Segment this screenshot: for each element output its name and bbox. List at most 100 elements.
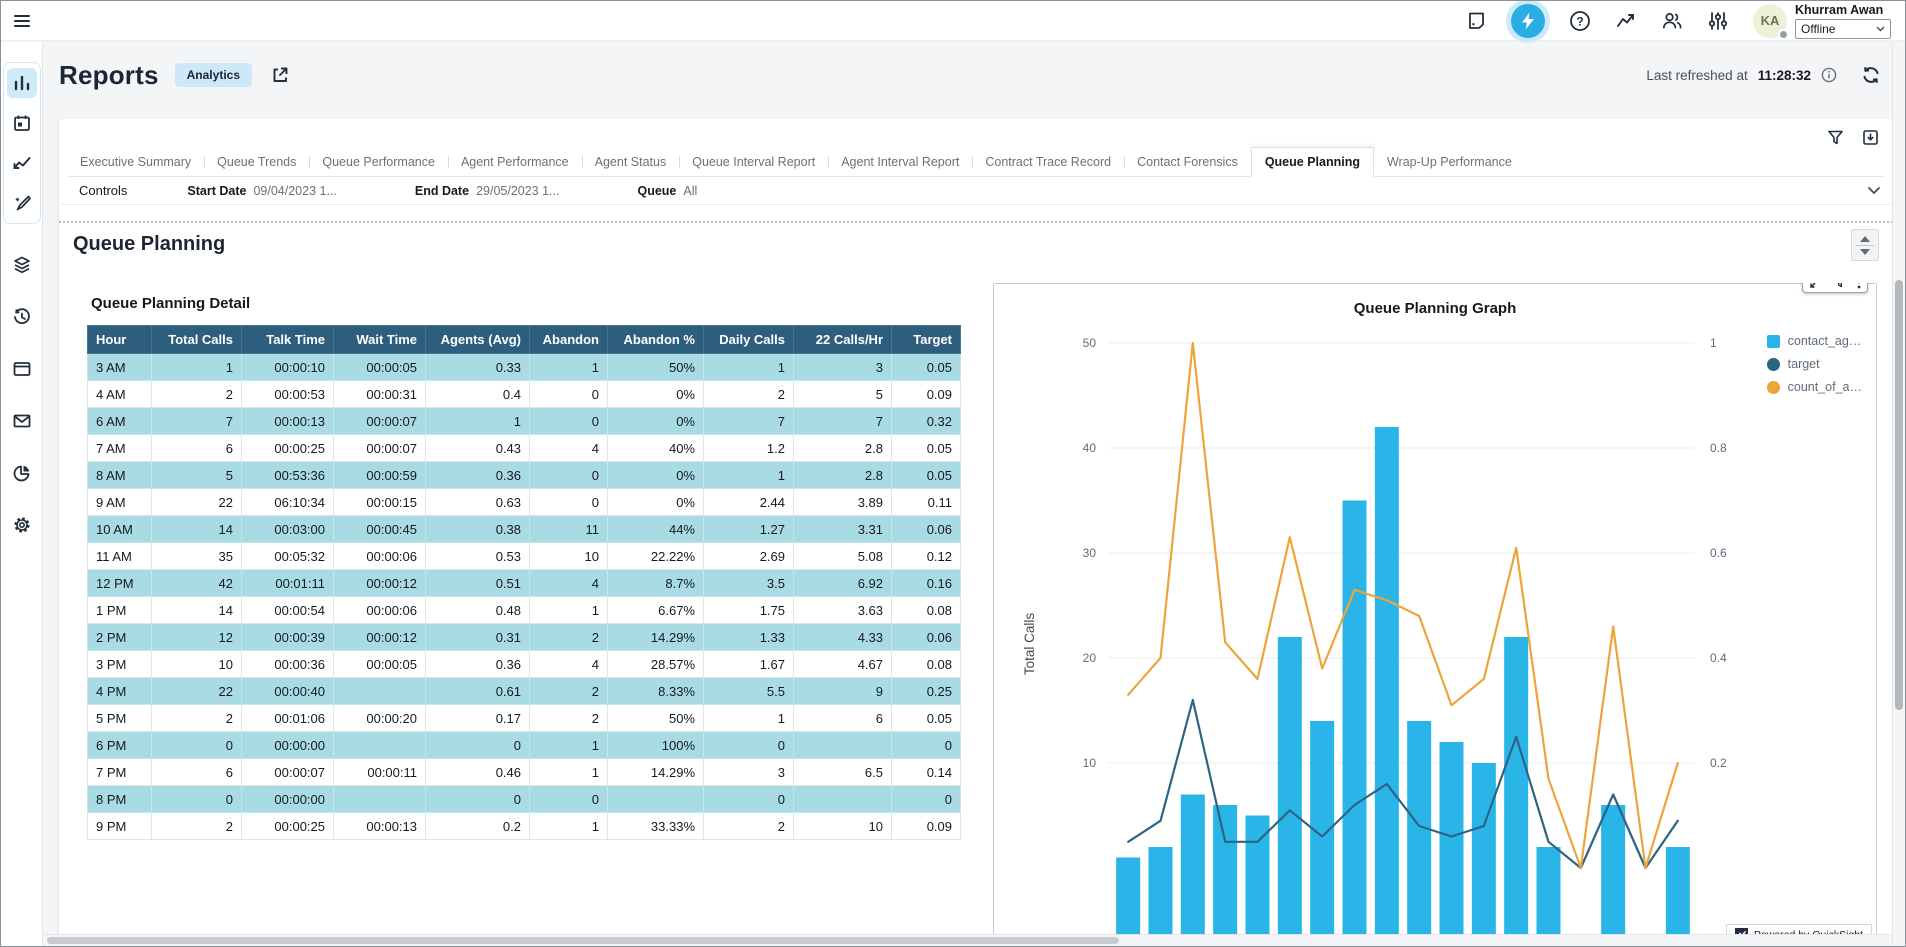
- table-cell[interactable]: 00:00:31: [334, 381, 426, 408]
- sheet-stepper[interactable]: [1851, 229, 1879, 261]
- sidebar-item-layers[interactable]: [7, 250, 37, 280]
- table-cell[interactable]: 6.5: [794, 759, 892, 786]
- sidebar-item-reports[interactable]: [7, 68, 37, 98]
- table-cell[interactable]: 0.2: [426, 813, 530, 840]
- bar-7-am[interactable]: [1213, 805, 1237, 947]
- table-cell[interactable]: 0: [152, 786, 242, 813]
- table-cell[interactable]: 1: [704, 705, 794, 732]
- table-cell[interactable]: 6 PM: [88, 732, 152, 759]
- table-cell[interactable]: 0.09: [892, 813, 961, 840]
- control-start-date[interactable]: Start Date09/04/2023 1...: [187, 184, 336, 198]
- sidebar-item-mail[interactable]: [7, 406, 37, 436]
- table-cell[interactable]: 14.29%: [608, 624, 704, 651]
- info-icon[interactable]: [1821, 67, 1837, 83]
- table-cell[interactable]: 0.63: [426, 489, 530, 516]
- sidebar-item-window[interactable]: [7, 354, 37, 384]
- table-cell[interactable]: 00:00:15: [334, 489, 426, 516]
- table-cell[interactable]: 00:00:07: [242, 759, 334, 786]
- table-cell[interactable]: 00:00:06: [334, 543, 426, 570]
- table-cell[interactable]: 7: [152, 408, 242, 435]
- bar-9-pm[interactable]: [1666, 847, 1690, 947]
- table-cell[interactable]: 8 AM: [88, 462, 152, 489]
- tab-queue-interval-report[interactable]: Queue Interval Report: [679, 148, 828, 176]
- table-cell[interactable]: 8.33%: [608, 678, 704, 705]
- table-cell[interactable]: 0.51: [426, 570, 530, 597]
- table-cell[interactable]: 1.2: [704, 435, 794, 462]
- table-cell[interactable]: 10: [530, 543, 608, 570]
- table-cell[interactable]: 3: [794, 354, 892, 381]
- table-cell[interactable]: 0.08: [892, 651, 961, 678]
- table-cell[interactable]: 0.05: [892, 462, 961, 489]
- help-icon[interactable]: ?: [1569, 10, 1591, 32]
- table-cell[interactable]: 00:00:54: [242, 597, 334, 624]
- table-cell[interactable]: 9 PM: [88, 813, 152, 840]
- table-cell[interactable]: 0: [530, 462, 608, 489]
- bar-6-am[interactable]: [1181, 795, 1205, 947]
- bar-12-pm[interactable]: [1375, 427, 1399, 947]
- table-cell[interactable]: 1: [704, 462, 794, 489]
- table-cell[interactable]: 2 PM: [88, 624, 152, 651]
- table-cell[interactable]: 0.06: [892, 516, 961, 543]
- table-cell[interactable]: 100%: [608, 732, 704, 759]
- table-cell[interactable]: 2: [152, 381, 242, 408]
- table-cell[interactable]: 00:00:13: [242, 408, 334, 435]
- table-cell[interactable]: 00:00:00: [242, 732, 334, 759]
- presence-select[interactable]: Offline: [1795, 19, 1891, 39]
- column-header[interactable]: Target: [892, 326, 961, 354]
- table-cell[interactable]: 3.63: [794, 597, 892, 624]
- table-cell[interactable]: 6: [794, 705, 892, 732]
- table-cell[interactable]: 0: [426, 732, 530, 759]
- column-header[interactable]: Abandon: [530, 326, 608, 354]
- table-cell[interactable]: 00:00:07: [334, 435, 426, 462]
- table-cell[interactable]: 1.27: [704, 516, 794, 543]
- table-cell[interactable]: [794, 786, 892, 813]
- table-cell[interactable]: 7 PM: [88, 759, 152, 786]
- bar-11-am[interactable]: [1343, 501, 1367, 947]
- table-cell[interactable]: 2.8: [794, 435, 892, 462]
- table-cell[interactable]: 0.38: [426, 516, 530, 543]
- table-cell[interactable]: 9 AM: [88, 489, 152, 516]
- table-cell[interactable]: 0: [530, 786, 608, 813]
- table-cell[interactable]: 1: [530, 597, 608, 624]
- column-header[interactable]: Talk Time: [242, 326, 334, 354]
- table-cell[interactable]: 2: [530, 624, 608, 651]
- table-cell[interactable]: 8.7%: [608, 570, 704, 597]
- table-cell[interactable]: 5.5: [704, 678, 794, 705]
- table-cell[interactable]: 00:00:11: [334, 759, 426, 786]
- table-cell[interactable]: 33.33%: [608, 813, 704, 840]
- table-cell[interactable]: 0: [426, 786, 530, 813]
- table-cell[interactable]: 00:03:00: [242, 516, 334, 543]
- realtime-metrics-icon[interactable]: [1511, 4, 1545, 38]
- bar-7-pm[interactable]: [1601, 805, 1625, 947]
- table-cell[interactable]: 4: [530, 570, 608, 597]
- maximize-icon[interactable]: [1809, 283, 1823, 289]
- table-cell[interactable]: 22: [152, 489, 242, 516]
- metrics-trend-icon[interactable]: [1615, 10, 1637, 32]
- table-cell[interactable]: 0%: [608, 462, 704, 489]
- table-cell[interactable]: 1: [530, 813, 608, 840]
- table-cell[interactable]: 3.5: [704, 570, 794, 597]
- table-cell[interactable]: 00:00:20: [334, 705, 426, 732]
- table-cell[interactable]: 00:00:25: [242, 435, 334, 462]
- bar-2-pm[interactable]: [1440, 742, 1464, 947]
- table-cell[interactable]: 3.31: [794, 516, 892, 543]
- table-cell[interactable]: 1: [152, 354, 242, 381]
- table-cell[interactable]: 00:00:07: [334, 408, 426, 435]
- tab-queue-trends[interactable]: Queue Trends: [204, 148, 309, 176]
- queue-planning-graph-visual[interactable]: Queue Planning Graph contact_ag…targetco…: [993, 283, 1877, 947]
- table-cell[interactable]: 12 PM: [88, 570, 152, 597]
- kebab-menu-icon[interactable]: [1857, 283, 1861, 289]
- bar-9-am[interactable]: [1278, 637, 1302, 947]
- horizontal-scrollbar-thumb[interactable]: [47, 937, 1119, 944]
- table-cell[interactable]: 5: [152, 462, 242, 489]
- table-cell[interactable]: 1: [426, 408, 530, 435]
- legend-item-contact-agent[interactable]: contact_ag…: [1767, 334, 1862, 348]
- notes-icon[interactable]: [1465, 10, 1487, 32]
- control-end-date[interactable]: End Date29/05/2023 1...: [415, 184, 560, 198]
- table-cell[interactable]: 00:01:11: [242, 570, 334, 597]
- bar-4-am[interactable]: [1149, 847, 1173, 947]
- table-cell[interactable]: 0: [530, 381, 608, 408]
- table-cell[interactable]: 7 AM: [88, 435, 152, 462]
- table-cell[interactable]: 00:00:45: [334, 516, 426, 543]
- sidebar-item-pie[interactable]: [7, 458, 37, 488]
